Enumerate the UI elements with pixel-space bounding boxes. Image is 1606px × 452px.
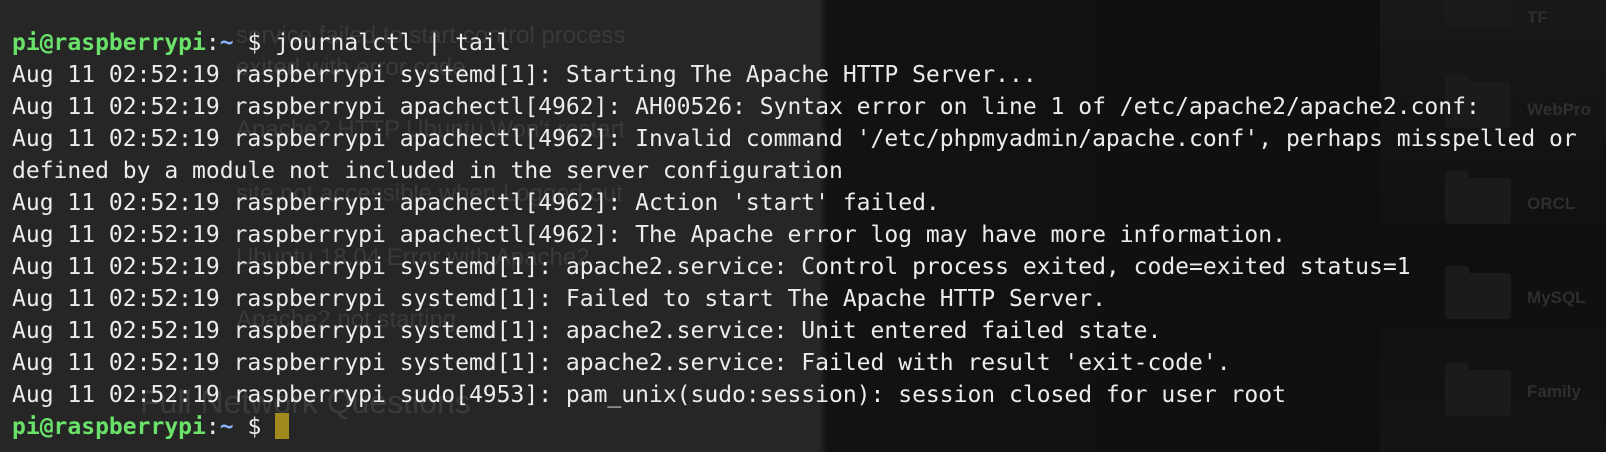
prompt-user-host: pi@raspberrypi xyxy=(12,30,206,56)
prompt-symbol: $ xyxy=(247,414,262,440)
output-line: Aug 11 02:52:19 raspberrypi apachectl[49… xyxy=(12,94,1480,120)
output-line: defined by a module not included in the … xyxy=(12,158,843,184)
prompt-symbol: $ xyxy=(247,30,262,56)
terminal-window[interactable]: pi@raspberrypi:~ $ journalctl | tail Aug… xyxy=(0,0,1606,452)
output-line: Aug 11 02:52:19 raspberrypi systemd[1]: … xyxy=(12,318,1162,344)
prompt-user-host: pi@raspberrypi xyxy=(12,414,206,440)
prompt-path: ~ xyxy=(219,414,234,440)
prompt-separator: : xyxy=(205,414,220,440)
prompt-path: ~ xyxy=(219,30,234,56)
output-line: Aug 11 02:52:19 raspberrypi apachectl[49… xyxy=(12,190,940,216)
output-line: Aug 11 02:52:19 raspberrypi systemd[1]: … xyxy=(12,286,1106,312)
output-line: Aug 11 02:52:19 raspberrypi systemd[1]: … xyxy=(12,62,1037,88)
prompt-separator: : xyxy=(205,30,220,56)
command-text: journalctl | tail xyxy=(275,30,511,56)
output-line: Aug 11 02:52:19 raspberrypi sudo[4953]: … xyxy=(12,382,1286,408)
command-line: pi@raspberrypi:~ $ journalctl | tail xyxy=(12,27,1606,59)
output-line: Aug 11 02:52:19 raspberrypi apachectl[49… xyxy=(12,222,1286,248)
output-line: Aug 11 02:52:19 raspberrypi apachectl[49… xyxy=(12,126,1577,152)
output-line: Aug 11 02:52:19 raspberrypi systemd[1]: … xyxy=(12,254,1411,280)
output-line: Aug 11 02:52:19 raspberrypi systemd[1]: … xyxy=(12,350,1231,376)
text-cursor[interactable] xyxy=(275,413,290,439)
input-prompt-line[interactable]: pi@raspberrypi:~ $ xyxy=(12,411,1606,443)
